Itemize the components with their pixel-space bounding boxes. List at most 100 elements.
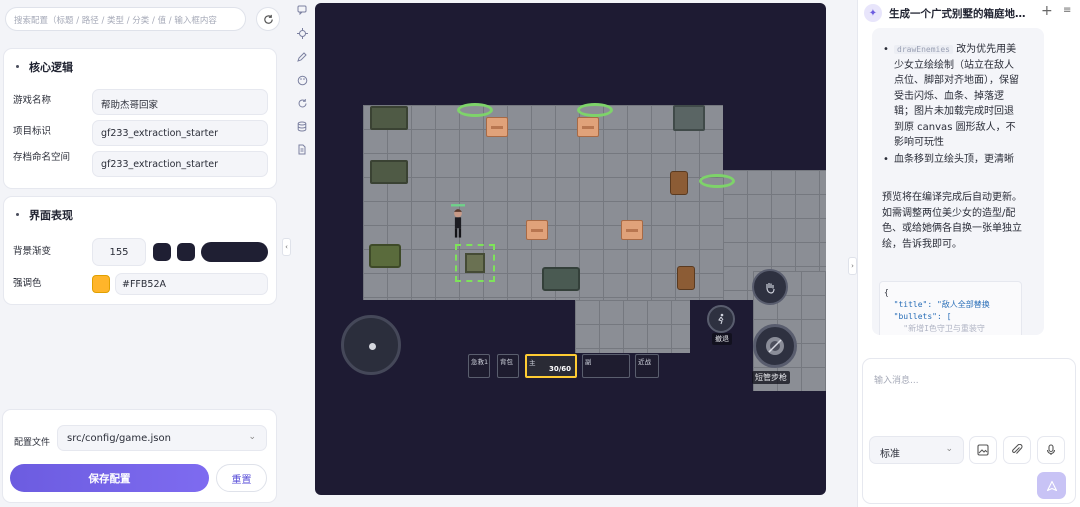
save-namespace-input[interactable]: gf233_extraction_starter	[92, 151, 268, 177]
ui-card: 界面表现 背景渐变 155 强调色 #FFB52A	[3, 196, 277, 305]
message-composer: 输入消息... 标准 ⌄	[862, 358, 1076, 504]
refresh-button[interactable]	[256, 7, 280, 31]
bg-color-swatch-1[interactable]	[153, 243, 171, 261]
shelf-object	[370, 160, 408, 184]
fire-button[interactable]	[753, 324, 797, 368]
chat-panel: ✦ 生成一个广式别墅的箱庭地… + ≡ • drawEnemies 改为优先用美少…	[857, 0, 1080, 507]
barrel-object	[677, 266, 695, 290]
bullet-2-text: 血条移到立绘头顶，更清晰	[894, 154, 1014, 165]
attach-button[interactable]	[1003, 436, 1031, 464]
game-name-label: 游戏名称	[13, 95, 52, 106]
loot-chest-object	[542, 267, 580, 291]
hotbar-slot-secondary[interactable]: 副	[582, 354, 630, 378]
hotbar-slot-primary[interactable]: 主 30/60	[525, 354, 577, 378]
reload-tool[interactable]	[296, 97, 308, 109]
message-paragraph: 预览将在编译完成后自动更新。如需调整两位美少女的造型/配色、或给她俩各自换一张单…	[882, 192, 1022, 250]
config-panel: 搜索配置（标题 / 路径 / 类型 / 分类 / 值 / 输入框内容 核心逻辑 …	[0, 0, 285, 507]
image-icon	[977, 444, 989, 456]
accent-color-row: 强调色 #FFB52A	[13, 273, 269, 299]
send-button[interactable]	[1037, 472, 1066, 499]
config-file-select[interactable]: src/config/game.json ⌄	[57, 425, 267, 451]
chat-title: 生成一个广式别墅的箱庭地…	[889, 8, 1026, 20]
core-logic-title-text: 核心逻辑	[29, 61, 73, 74]
extraction-ring	[699, 174, 735, 188]
pen-tool[interactable]	[296, 51, 308, 63]
supply-crate	[526, 220, 548, 240]
project-id-input[interactable]: gf233_extraction_starter	[92, 120, 268, 146]
shelf-object	[370, 106, 408, 130]
config-file-label: 配置文件	[14, 438, 51, 448]
bullet-dot: •	[883, 154, 889, 165]
collapse-right-handle[interactable]: ›	[848, 257, 857, 275]
hotbar-slot-melee[interactable]: 近战	[635, 354, 659, 378]
barrel-object	[670, 171, 688, 195]
microphone-icon	[1046, 444, 1056, 455]
player-character	[451, 204, 465, 238]
grab-button[interactable]	[752, 269, 788, 305]
save-namespace-row: 存档命名空间 gf233_extraction_starter	[13, 151, 269, 177]
code-line: "新增I色守卫与重装守	[884, 324, 985, 333]
assistant-message: • drawEnemies 改为优先用美少女立绘绘制（站立在敌人点位、脚部对齐地面…	[872, 28, 1044, 335]
accent-color-input[interactable]: #FFB52A	[115, 273, 268, 295]
accent-color-swatch[interactable]	[92, 275, 110, 293]
code-line: {	[884, 288, 889, 297]
tool-strip	[292, 0, 312, 507]
palette-tool[interactable]	[296, 74, 308, 86]
code-block: { "title": "敌人全部替换 "bullets": [ "新增I色守卫与…	[879, 281, 1022, 335]
retreat-button[interactable]	[707, 305, 735, 333]
code-token: drawEnemies	[894, 45, 953, 54]
mode-value: 标准	[880, 449, 900, 460]
image-upload-button[interactable]	[969, 436, 997, 464]
refresh-icon	[263, 14, 273, 24]
project-id-row: 项目标识 gf233_extraction_starter	[13, 120, 269, 146]
database-tool[interactable]	[296, 120, 308, 132]
hotbar-slot-label: 副	[585, 358, 592, 366]
mode-select[interactable]: 标准 ⌄	[869, 436, 964, 464]
scope-icon	[766, 337, 784, 355]
send-icon	[1046, 480, 1057, 491]
config-file-value: src/config/game.json	[67, 433, 171, 444]
bullet-dot: •	[883, 44, 889, 55]
bg-gradient-angle-input[interactable]: 155	[92, 238, 146, 266]
comment-tool[interactable]	[296, 4, 308, 16]
hotbar-slot-label: 急救1	[471, 358, 489, 366]
config-search-input[interactable]: 搜索配置（标题 / 路径 / 类型 / 分类 / 值 / 输入框内容	[5, 7, 246, 31]
message-bullet-2: • 血条移到立绘头顶，更清晰	[883, 152, 1022, 168]
bg-gradient-label: 背景渐变	[13, 246, 52, 257]
hotbar-slot-medkit[interactable]: 急救1	[468, 354, 490, 378]
database-icon	[297, 121, 307, 132]
bullet-1-text: 改为优先用美少女立绘绘制（站立在敌人点位、脚部对齐地面），保留受击闪烁、血条、掉…	[894, 44, 1019, 148]
bg-gradient-row: 背景渐变 155	[13, 238, 269, 266]
ui-title[interactable]: 界面表现	[16, 207, 73, 223]
hotbar-slot-label: 背包	[500, 358, 513, 366]
crosshair-tool[interactable]	[296, 27, 308, 39]
bg-gradient-preview[interactable]	[201, 242, 268, 262]
game-name-input[interactable]: 帮助杰哥回家	[92, 89, 268, 115]
message-input[interactable]: 输入消息...	[874, 373, 919, 386]
sparkle-icon: ✦	[864, 4, 882, 22]
pen-icon	[297, 52, 307, 62]
hotbar-slot-label: 主	[529, 359, 536, 367]
joystick-knob[interactable]	[369, 343, 376, 350]
accent-color-label: 强调色	[13, 278, 42, 289]
move-joystick[interactable]	[341, 315, 401, 375]
extraction-ring	[457, 103, 493, 117]
bg-color-swatch-2[interactable]	[177, 243, 195, 261]
collapse-left-handle[interactable]: ‹	[282, 238, 291, 256]
project-id-label: 项目标识	[13, 126, 52, 137]
code-line: "bullets": [	[884, 312, 952, 321]
reset-button[interactable]: 重置	[216, 464, 267, 492]
voice-button[interactable]	[1037, 436, 1065, 464]
save-config-button[interactable]: 保存配置	[10, 464, 209, 492]
hotbar-slot-backpack[interactable]: 背包	[497, 354, 519, 378]
chat-menu-button[interactable]: ≡	[1063, 5, 1071, 16]
chat-header: ✦ 生成一个广式别墅的箱庭地… + ≡	[858, 0, 1080, 26]
collapse-dot-icon	[16, 65, 19, 68]
core-logic-card: 核心逻辑 游戏名称 帮助杰哥回家 项目标识 gf233_extraction_s…	[3, 48, 277, 189]
supply-crate	[486, 117, 508, 137]
document-tool[interactable]	[296, 143, 308, 155]
core-logic-title[interactable]: 核心逻辑	[16, 59, 73, 75]
new-chat-button[interactable]: +	[1041, 3, 1053, 19]
config-search-row: 搜索配置（标题 / 路径 / 类型 / 分类 / 值 / 输入框内容	[5, 7, 281, 31]
game-preview[interactable]: 撤退 短管步枪 急救1 背包 主 30/60 副 近战	[315, 3, 826, 495]
